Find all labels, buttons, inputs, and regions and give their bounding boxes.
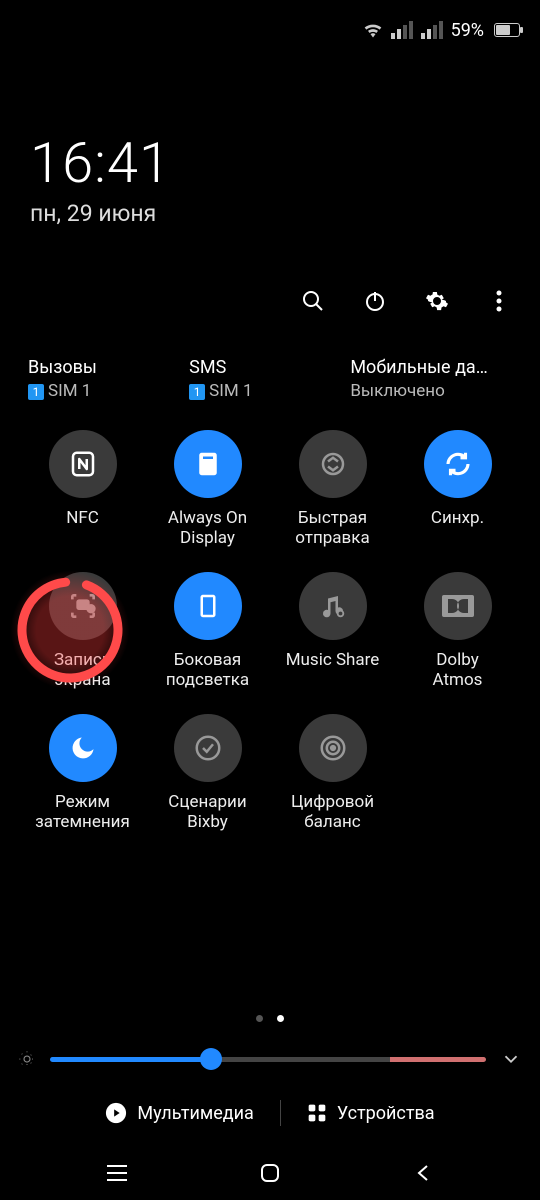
- tile-dolby[interactable]: DolbyAtmos: [395, 572, 520, 692]
- dolby-icon: [424, 572, 492, 640]
- aod-icon: [174, 430, 242, 498]
- musicshare-icon: [299, 572, 367, 640]
- edge-icon: [174, 572, 242, 640]
- tile-label: Цифровойбаланс: [291, 792, 374, 834]
- sim-title: SMS: [189, 356, 350, 380]
- search-button[interactable]: [300, 288, 326, 314]
- nav-back[interactable]: [409, 1159, 437, 1187]
- brightness-icon: [18, 1050, 36, 1068]
- sim-sub: Выключено: [350, 380, 511, 403]
- battery-percent: 59%: [451, 20, 484, 41]
- tile-musicshare[interactable]: Music Share: [270, 572, 395, 692]
- tile-label: DolbyAtmos: [433, 650, 483, 692]
- tile-label: Music Share: [286, 650, 380, 692]
- devices-button[interactable]: Устройства: [281, 1092, 461, 1134]
- more-button[interactable]: [486, 288, 512, 314]
- signal-1-icon: [391, 21, 413, 39]
- wellbeing-icon: [299, 714, 367, 782]
- play-icon: [105, 1102, 127, 1124]
- clock-time: 16:41: [30, 130, 171, 196]
- status-bar: 59%: [0, 0, 540, 60]
- nav-recents[interactable]: [103, 1159, 131, 1187]
- tile-label: Боковаяподсветка: [166, 650, 249, 692]
- tile-wellbeing[interactable]: Цифровойбаланс: [270, 714, 395, 834]
- quickshare-icon: [299, 430, 367, 498]
- tile-nfc[interactable]: NFC: [20, 430, 145, 550]
- tile-edge[interactable]: Боковаяподсветка: [145, 572, 270, 692]
- sim-data[interactable]: Мобильные да… Выключено: [350, 356, 511, 403]
- nfc-icon: [49, 430, 117, 498]
- tile-label: Синхр.: [431, 508, 484, 550]
- expand-brightness-button[interactable]: [500, 1048, 522, 1070]
- devices-label: Устройства: [337, 1103, 435, 1124]
- sim-sub: 1SIM 1: [28, 380, 189, 403]
- tile-screenrec[interactable]: Записьэкрана: [20, 572, 145, 692]
- tile-darkmode[interactable]: Режимзатемнения: [20, 714, 145, 834]
- power-button[interactable]: [362, 288, 388, 314]
- tile-label: Быстраяотправка: [295, 508, 369, 550]
- grid-icon: [307, 1103, 327, 1123]
- sim-sms[interactable]: SMS 1SIM 1: [189, 356, 350, 403]
- tile-label: Режимзатемнения: [35, 792, 130, 834]
- page-dot: [256, 1015, 263, 1022]
- battery-icon: [494, 23, 520, 37]
- tile-aod[interactable]: Always OnDisplay: [145, 430, 270, 550]
- page-indicator[interactable]: [0, 1015, 540, 1022]
- bottom-buttons: Мультимедиа Устройства: [0, 1092, 540, 1134]
- panel-actions: [300, 288, 512, 314]
- nav-home[interactable]: [256, 1159, 284, 1187]
- settings-button[interactable]: [424, 288, 450, 314]
- screenrec-icon: [49, 572, 117, 640]
- brightness-row: [18, 1048, 522, 1070]
- bixby-icon: [174, 714, 242, 782]
- media-button[interactable]: Мультимедиа: [79, 1092, 279, 1134]
- tile-bixby[interactable]: СценарииBixby: [145, 714, 270, 834]
- brightness-slider[interactable]: [50, 1057, 486, 1062]
- sim-sub: 1SIM 1: [189, 380, 350, 403]
- sim-title: Мобильные да…: [350, 356, 511, 380]
- darkmode-icon: [49, 714, 117, 782]
- media-label: Мультимедиа: [137, 1103, 253, 1124]
- quick-tile-grid: NFC Always OnDisplay Быстраяотправка Синхр.…: [0, 430, 540, 834]
- sim-title: Вызовы: [28, 356, 189, 380]
- tile-label: NFC: [66, 508, 99, 550]
- brightness-thumb[interactable]: [200, 1048, 222, 1070]
- tile-quickshare[interactable]: Быстраяотправка: [270, 430, 395, 550]
- clock-block: 16:41 пн, 29 июня: [30, 130, 171, 227]
- clock-date: пн, 29 июня: [30, 200, 171, 227]
- sync-icon: [424, 430, 492, 498]
- tile-label: Записьэкрана: [54, 650, 111, 692]
- wifi-icon: [363, 22, 383, 38]
- sim-calls[interactable]: Вызовы 1SIM 1: [28, 356, 189, 403]
- page-dot-active: [277, 1015, 284, 1022]
- tile-sync[interactable]: Синхр.: [395, 430, 520, 550]
- nav-bar: [0, 1146, 540, 1200]
- tile-label: СценарииBixby: [168, 792, 246, 834]
- tile-label: Always OnDisplay: [168, 508, 247, 550]
- signal-2-icon: [421, 21, 443, 39]
- sim-row: Вызовы 1SIM 1 SMS 1SIM 1 Мобильные да… В…: [0, 356, 540, 403]
